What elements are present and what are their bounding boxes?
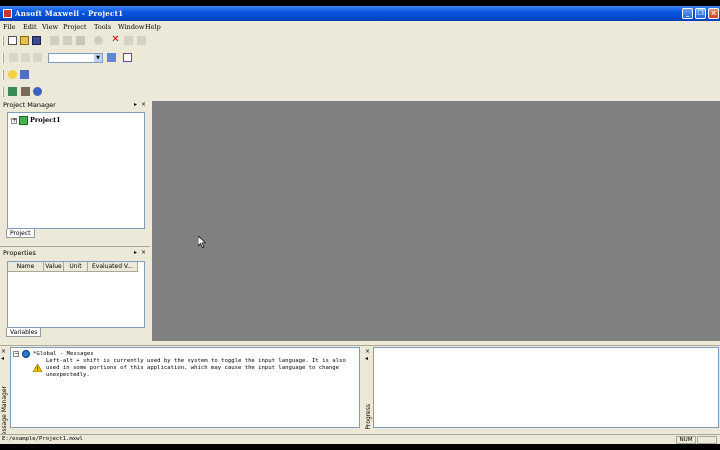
column-header-value[interactable]: Value [44, 262, 64, 272]
message-list[interactable]: − *Global - Messages ! Left-alt + shift … [10, 347, 360, 428]
project-manager-header: Project Manager ▸ × [0, 101, 150, 110]
select-mode-icon[interactable] [9, 53, 18, 62]
message-panel-pin-icon[interactable]: ◂ [1, 355, 4, 362]
insert-design-icon[interactable] [8, 87, 17, 96]
toolbar-project [0, 84, 720, 100]
redo-icon[interactable] [137, 36, 146, 45]
tree-item-project1[interactable]: Project1 [30, 116, 61, 124]
copy-icon[interactable] [63, 36, 72, 45]
cut-icon[interactable] [50, 36, 59, 45]
grid-icon[interactable] [107, 53, 116, 62]
undo-icon[interactable] [124, 36, 133, 45]
project-tree[interactable]: + Project1 [7, 112, 145, 229]
menu-view[interactable]: View [42, 23, 58, 31]
save-icon[interactable] [32, 36, 41, 45]
progress-label[interactable]: Progress [365, 404, 372, 430]
title-bar[interactable]: Ansoft Maxwell - Project1 _ ❐ × [0, 6, 720, 21]
message-group-title[interactable]: *Global - Messages [33, 351, 94, 357]
toolbar-standard: ✕ [0, 33, 720, 49]
menu-bar: File Edit View Project Tools Window Help [0, 22, 720, 33]
column-header-evaluated[interactable]: Evaluated V... [88, 262, 138, 272]
pin-icon[interactable]: ▸ [134, 249, 137, 256]
progress-panel-pin-icon[interactable]: ◂ [365, 355, 368, 362]
warning-icon: ! [33, 364, 42, 372]
project-manager-title: Project Manager [3, 101, 56, 109]
help-icon[interactable] [8, 70, 17, 79]
progress-pane [373, 347, 719, 428]
message-line-1: Left-alt + shift is currently used by th… [46, 358, 346, 364]
globe-icon [22, 350, 30, 358]
tab-variables[interactable]: Variables [6, 328, 42, 337]
analyze-icon[interactable] [33, 87, 42, 96]
window-title: Ansoft Maxwell - Project1 [15, 9, 124, 18]
pan-icon[interactable] [21, 53, 30, 62]
new-file-icon[interactable] [8, 36, 17, 45]
mouse-cursor-icon [198, 236, 206, 248]
column-header-name[interactable]: Name [8, 262, 44, 272]
workspace-area[interactable] [152, 101, 720, 341]
message-panel-close-icon[interactable]: × [1, 348, 6, 355]
project-icon [19, 116, 28, 125]
app-window: Ansoft Maxwell - Project1 _ ❐ × File Edi… [0, 6, 720, 444]
menu-window[interactable]: Window [118, 23, 144, 31]
paste-icon[interactable] [76, 36, 85, 45]
panel-close-icon[interactable]: × [141, 101, 146, 108]
model-select-dropdown[interactable]: ▼ [48, 53, 103, 63]
status-num-indicator: NUM [676, 436, 696, 444]
menu-project[interactable]: Project [63, 23, 87, 31]
panel-close-icon[interactable]: × [141, 249, 146, 256]
status-bar: E:/example/Project1.mxwl NUM [0, 434, 720, 444]
pin-icon[interactable]: ▸ [134, 101, 137, 108]
menu-file[interactable]: File [3, 23, 16, 31]
properties-title: Properties [3, 249, 36, 257]
validate-icon[interactable] [21, 87, 30, 96]
status-empty-indicator [697, 436, 717, 444]
minimize-button[interactable]: _ [682, 8, 693, 19]
toolbar-grip[interactable] [2, 70, 4, 80]
delete-icon[interactable]: ✕ [111, 35, 120, 45]
properties-grid[interactable]: Name Value Unit Evaluated V... [7, 261, 145, 328]
material-icon[interactable] [123, 53, 132, 62]
column-header-unit[interactable]: Unit [64, 262, 88, 272]
message-line-2: used in some portions of this applicatio… [46, 365, 339, 371]
svg-text:!: ! [36, 366, 38, 372]
properties-header: Properties ▸ × [0, 249, 150, 258]
maxwell-app-icon[interactable] [3, 9, 12, 18]
progress-panel-close-icon[interactable]: × [365, 348, 370, 355]
menu-edit[interactable]: Edit [23, 23, 37, 31]
message-manager-label[interactable]: Message Manager [1, 386, 8, 441]
tab-project[interactable]: Project [6, 229, 35, 238]
message-line-3: unexpectedly. [46, 372, 90, 378]
close-button[interactable]: × [708, 8, 719, 19]
context-help-icon[interactable] [20, 70, 29, 79]
bottom-divider [0, 345, 720, 346]
toolbar-draw: ▼ [0, 50, 720, 66]
toolbar-grip[interactable] [2, 36, 4, 46]
collapse-icon[interactable]: − [13, 351, 19, 357]
rotate-icon[interactable] [33, 53, 42, 62]
expand-icon[interactable]: + [11, 118, 17, 124]
status-file-path: E:/example/Project1.mxwl [2, 436, 83, 442]
menu-tools[interactable]: Tools [94, 23, 111, 31]
open-folder-icon[interactable] [20, 36, 29, 45]
chevron-down-icon[interactable]: ▼ [94, 54, 102, 62]
maximize-button[interactable]: ❐ [695, 8, 706, 19]
toolbar-grip[interactable] [2, 53, 4, 63]
toolbar-grip[interactable] [2, 87, 4, 97]
toolbar-analysis [0, 67, 720, 83]
menu-help[interactable]: Help [145, 23, 161, 31]
panel-divider [0, 246, 150, 247]
print-icon[interactable] [94, 36, 103, 45]
